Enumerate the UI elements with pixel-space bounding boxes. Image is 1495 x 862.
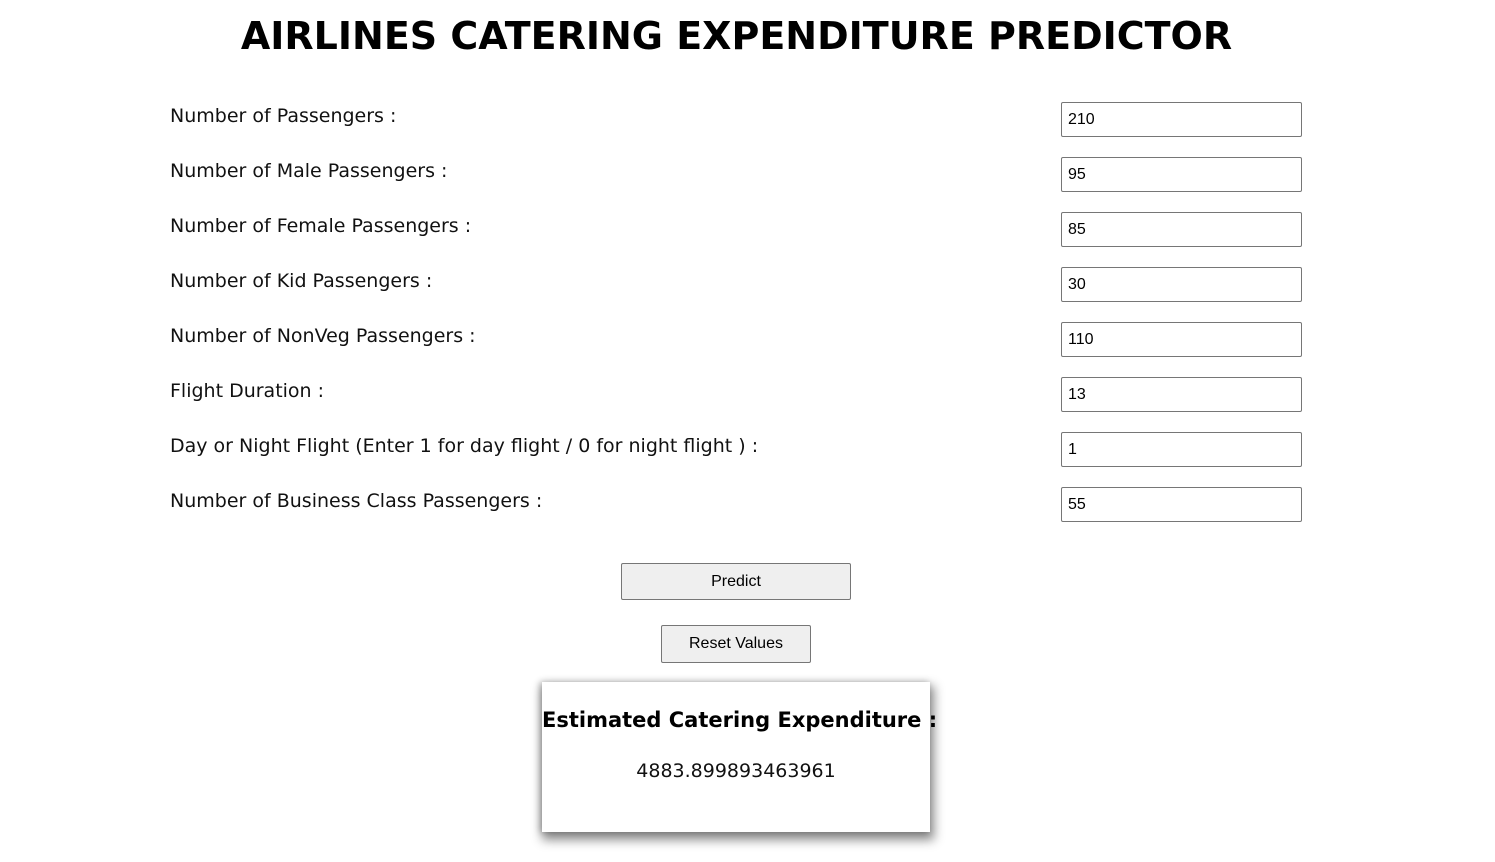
female-passengers-input[interactable] <box>1061 212 1302 247</box>
passengers-label: Number of Passengers : <box>170 105 397 127</box>
result-heading: Estimated Catering Expenditure : <box>542 708 938 732</box>
nonveg-passengers-label: Number of NonVeg Passengers : <box>170 325 476 347</box>
passengers-input[interactable] <box>1061 102 1302 137</box>
form-row-female-passengers: Number of Female Passengers : <box>170 212 1302 247</box>
kid-passengers-input[interactable] <box>1061 267 1302 302</box>
form-row-business-class: Number of Business Class Passengers : <box>170 487 1302 522</box>
result-value: 4883.899893463961 <box>636 760 836 782</box>
form-row-kid-passengers: Number of Kid Passengers : <box>170 267 1302 302</box>
flight-duration-label: Flight Duration : <box>170 380 325 402</box>
male-passengers-label: Number of Male Passengers : <box>170 160 448 182</box>
form-row-day-night: Day or Night Flight (Enter 1 for day fli… <box>170 432 1302 467</box>
male-passengers-input[interactable] <box>1061 157 1302 192</box>
page-title: AIRLINES CATERING EXPENDITURE PREDICTOR <box>240 14 1233 58</box>
reset-values-button[interactable]: Reset Values <box>661 625 811 663</box>
form-row-male-passengers: Number of Male Passengers : <box>170 157 1302 192</box>
form-row-passengers: Number of Passengers : <box>170 102 1302 137</box>
nonveg-passengers-input[interactable] <box>1061 322 1302 357</box>
business-class-input[interactable] <box>1061 487 1302 522</box>
day-night-input[interactable] <box>1061 432 1302 467</box>
form-row-flight-duration: Flight Duration : <box>170 377 1302 412</box>
business-class-label: Number of Business Class Passengers : <box>170 490 543 512</box>
form-row-nonveg-passengers: Number of NonVeg Passengers : <box>170 322 1302 357</box>
flight-duration-input[interactable] <box>1061 377 1302 412</box>
day-night-label: Day or Night Flight (Enter 1 for day fli… <box>170 435 759 457</box>
female-passengers-label: Number of Female Passengers : <box>170 215 472 237</box>
result-card: Estimated Catering Expenditure : 4883.89… <box>542 682 938 832</box>
predict-button[interactable]: Predict <box>621 563 851 600</box>
kid-passengers-label: Number of Kid Passengers : <box>170 270 433 292</box>
